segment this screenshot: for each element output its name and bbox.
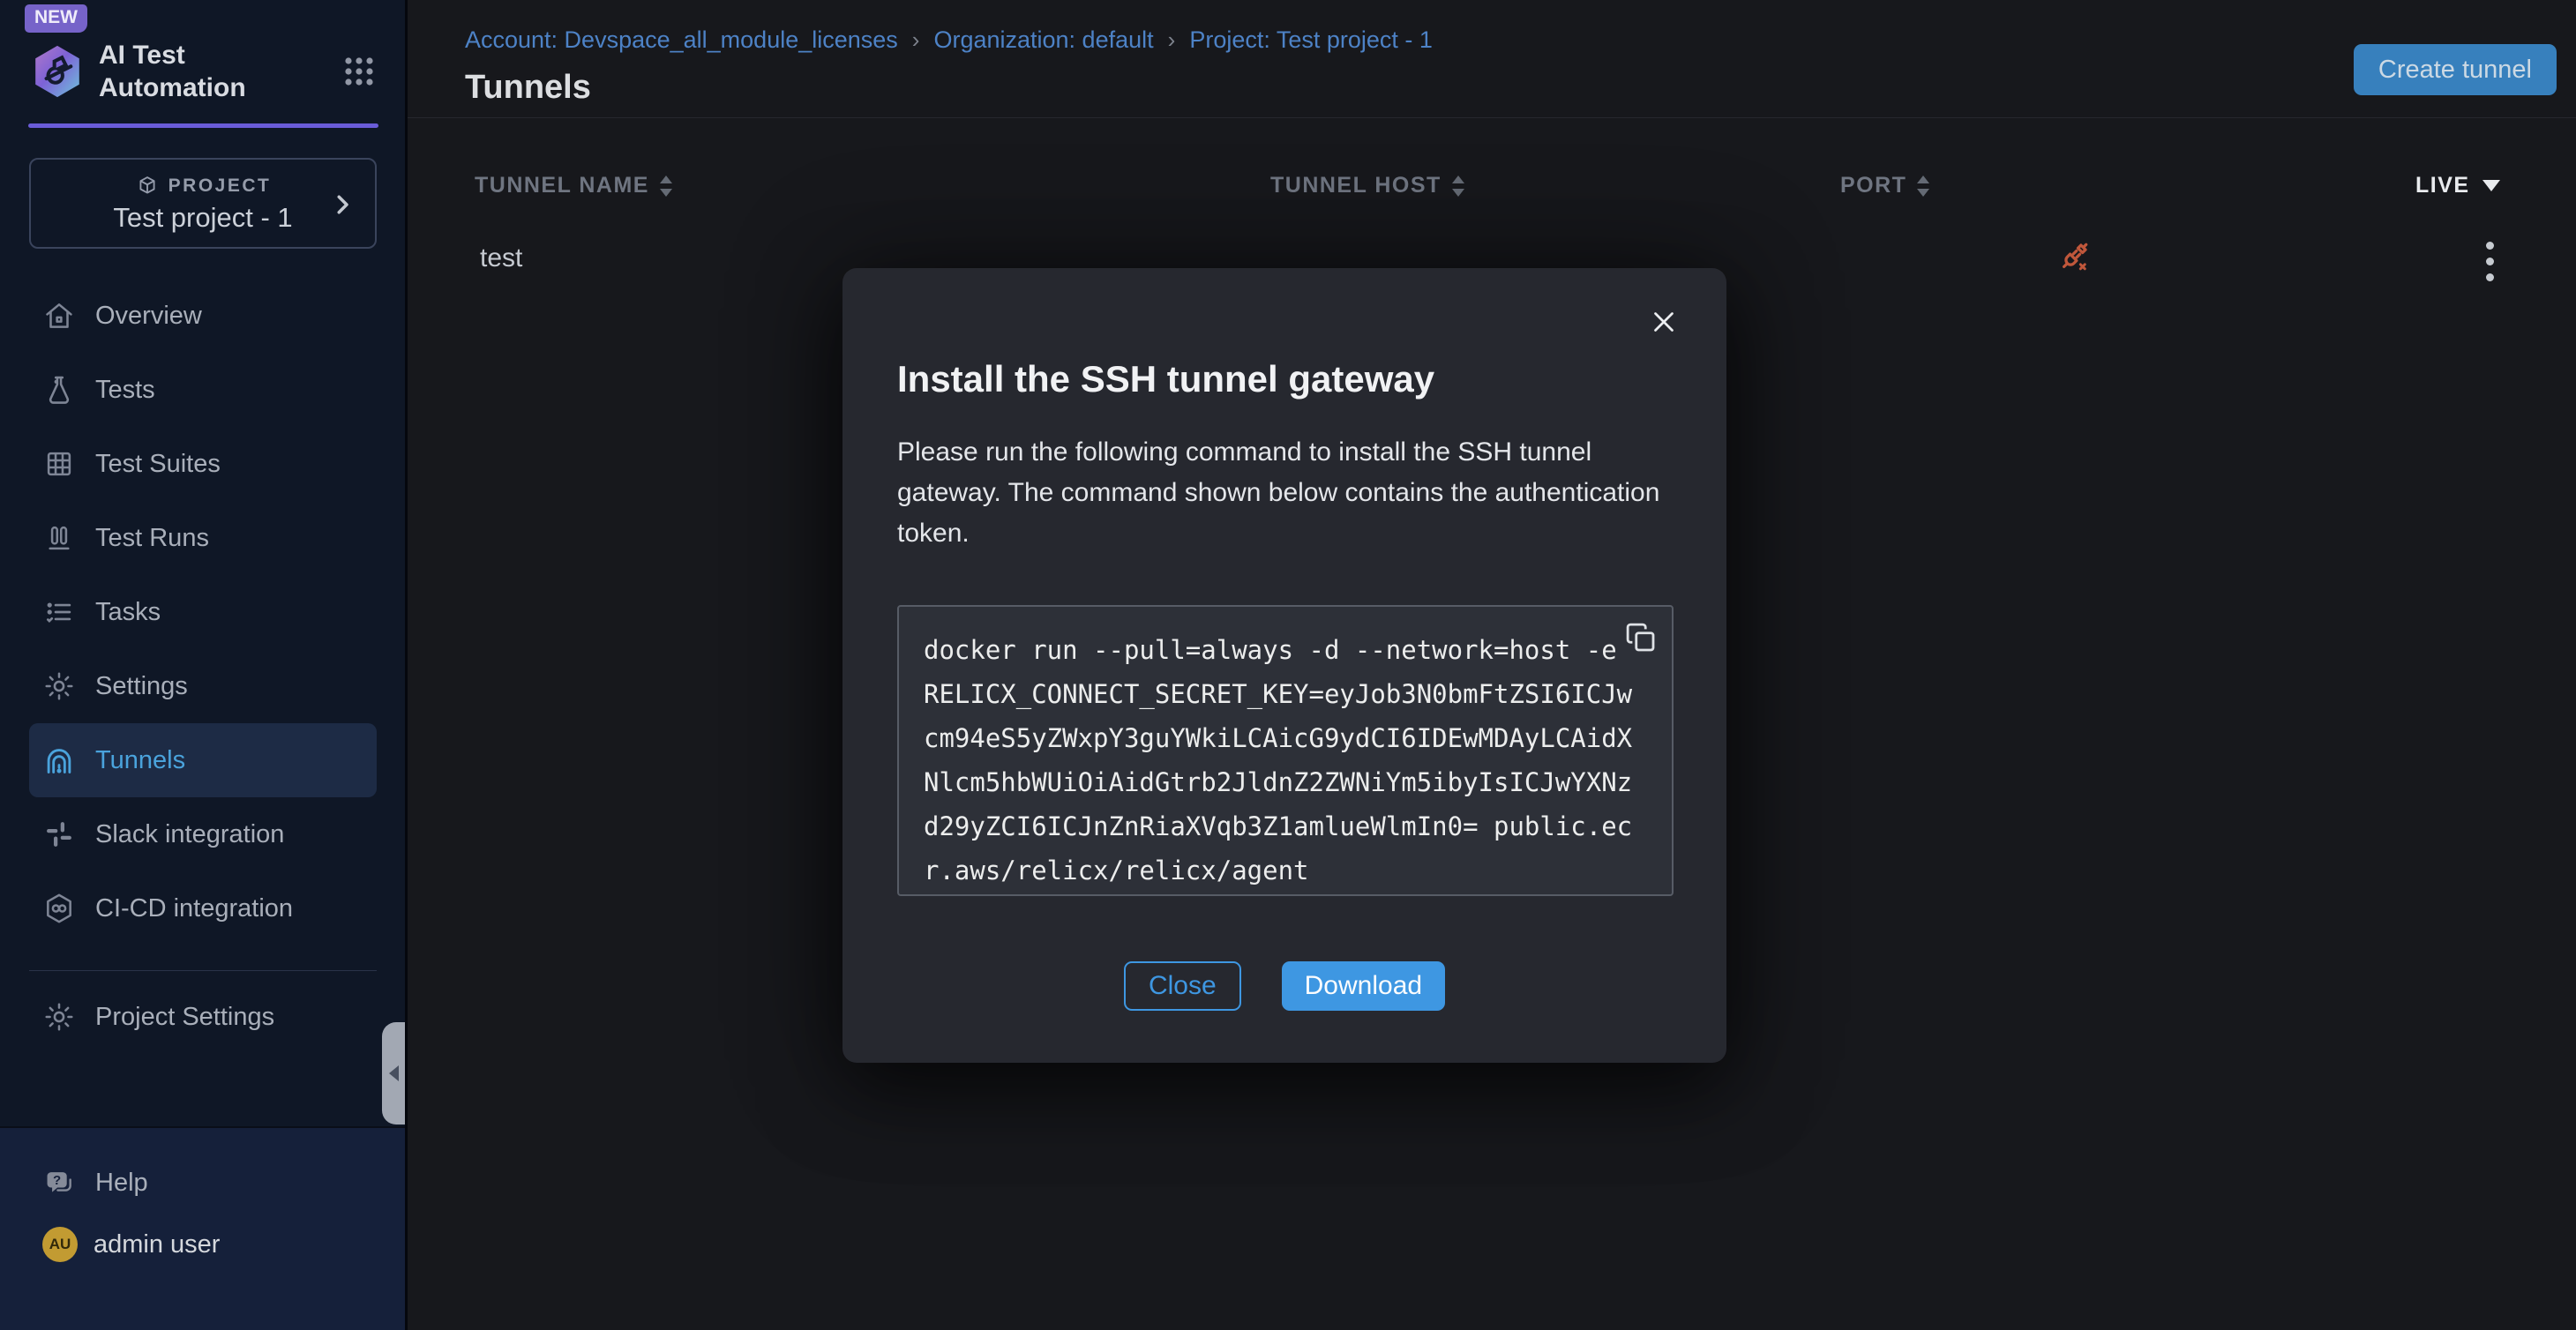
flask-icon [42, 373, 76, 407]
sidebar: NEW AI Test Automation [0, 0, 408, 1330]
avatar: AU [42, 1227, 78, 1262]
project-label: PROJECT [168, 176, 272, 197]
sidebar-item-slack-integration[interactable]: Slack integration [29, 797, 377, 871]
sidebar-footer: ? Help AU admin user [0, 1126, 405, 1330]
chevron-right-icon [329, 191, 356, 218]
command-line: docker run --pull=always -d --network=ho… [924, 628, 1647, 672]
modal-actions: Close Download [842, 961, 1726, 1011]
sidebar-item-overview[interactable]: Overview [29, 279, 377, 353]
tunnel-name-cell: test [480, 243, 522, 273]
download-button[interactable]: Download [1282, 961, 1445, 1011]
command-line: Nlcm5hbWUiOiAidGtrb2JldnZ2ZWNiYm5ibyIsIC… [924, 760, 1647, 804]
command-line: r.aws/relicx/relicx/agent [924, 848, 1647, 893]
sort-icons [1452, 176, 1464, 197]
command-line: cm94eS5yZWxpY3guYWkiLCAicG9ydCI6IDEwMDAy… [924, 716, 1647, 760]
sort-icons [660, 176, 672, 197]
new-badge: NEW [25, 4, 87, 33]
breadcrumb-organization-link[interactable]: Organization: default [933, 26, 1153, 54]
home-icon [42, 299, 76, 332]
column-header-port[interactable]: PORT [1840, 173, 1929, 198]
project-name: Test project - 1 [31, 202, 375, 234]
sidebar-nav-secondary: Project Settings [0, 980, 405, 1054]
slack-icon [42, 818, 76, 851]
app-screen: NEW AI Test Automation [0, 0, 2576, 1330]
sidebar-item-test-runs[interactable]: Test Runs [29, 501, 377, 575]
sort-icons [1917, 176, 1929, 197]
main-content: Account: Devspace_all_module_licenses › … [408, 0, 2576, 1330]
sidebar-divider [29, 970, 377, 971]
sidebar-item-test-suites[interactable]: Test Suites [29, 427, 377, 501]
live-disconnected-icon [2054, 236, 2094, 281]
help-icon: ? [42, 1166, 76, 1199]
column-header-tunnel-name[interactable]: TUNNEL NAME [475, 173, 672, 198]
sort-desc-icon [2482, 180, 2500, 191]
command-line: RELICX_CONNECT_SECRET_KEY=eyJob3N0bmFtZS… [924, 672, 1647, 716]
tunnel-icon [42, 743, 76, 777]
app-logo-icon [32, 44, 83, 99]
breadcrumb-separator: › [912, 26, 920, 54]
gear-icon [42, 669, 76, 703]
brand-underline [28, 123, 378, 128]
modal-close-button[interactable]: Close [1124, 961, 1241, 1011]
column-header-live[interactable]: LIVE [2415, 173, 2500, 198]
breadcrumb-separator: › [1168, 26, 1176, 54]
breadcrumb-project-link[interactable]: Project: Test project - 1 [1189, 26, 1433, 54]
modal-description: Please run the following command to inst… [897, 432, 1674, 554]
copy-icon[interactable] [1622, 619, 1659, 656]
sidebar-item-tests[interactable]: Tests [29, 353, 377, 427]
breadcrumb-account-link[interactable]: Account: Devspace_all_module_licenses [465, 26, 898, 54]
gear-icon [42, 1000, 76, 1034]
user-name: admin user [94, 1230, 220, 1259]
sidebar-item-settings[interactable]: Settings [29, 649, 377, 723]
install-ssh-gateway-modal: Install the SSH tunnel gateway Please ru… [842, 268, 1726, 1063]
test-tubes-icon [42, 521, 76, 555]
modal-title: Install the SSH tunnel gateway [897, 358, 1434, 400]
column-header-tunnel-host[interactable]: TUNNEL HOST [1270, 173, 1464, 198]
collapse-arrow-icon [389, 1065, 399, 1081]
task-list-icon [42, 595, 76, 629]
sidebar-collapse-handle[interactable] [382, 1022, 405, 1125]
create-tunnel-button[interactable]: Create tunnel [2354, 44, 2557, 95]
page-title: Tunnels [465, 69, 591, 107]
page-header: Account: Devspace_all_module_licenses › … [408, 0, 2576, 118]
row-actions-menu[interactable] [2470, 235, 2509, 288]
sidebar-item-tasks[interactable]: Tasks [29, 575, 377, 649]
sidebar-nav: Overview Tests Test Suites Test Runs Tas… [0, 279, 405, 945]
project-selector[interactable]: PROJECT Test project - 1 [29, 158, 377, 249]
sidebar-item-help[interactable]: ? Help [29, 1151, 377, 1214]
app-title: AI Test Automation [99, 39, 266, 104]
sidebar-item-cicd-integration[interactable]: CI-CD integration [29, 871, 377, 945]
command-code-block: docker run --pull=always -d --network=ho… [897, 605, 1674, 896]
cube-icon [135, 174, 160, 198]
apps-grid-icon[interactable] [338, 50, 380, 93]
close-icon[interactable] [1647, 305, 1681, 339]
sidebar-item-tunnels[interactable]: Tunnels [29, 723, 377, 797]
breadcrumb: Account: Devspace_all_module_licenses › … [465, 26, 1433, 54]
user-menu[interactable]: AU admin user [42, 1227, 377, 1262]
table-header: TUNNEL NAME TUNNEL HOST PORT LIVE [408, 118, 2576, 224]
grid-icon [42, 447, 76, 481]
cicd-icon [42, 892, 76, 925]
command-line: d29yZCI6ICJnZnRiaXVqb3Z1amlueWlmIn0= pub… [924, 804, 1647, 848]
sidebar-item-project-settings[interactable]: Project Settings [29, 980, 377, 1054]
svg-text:?: ? [53, 1173, 61, 1188]
